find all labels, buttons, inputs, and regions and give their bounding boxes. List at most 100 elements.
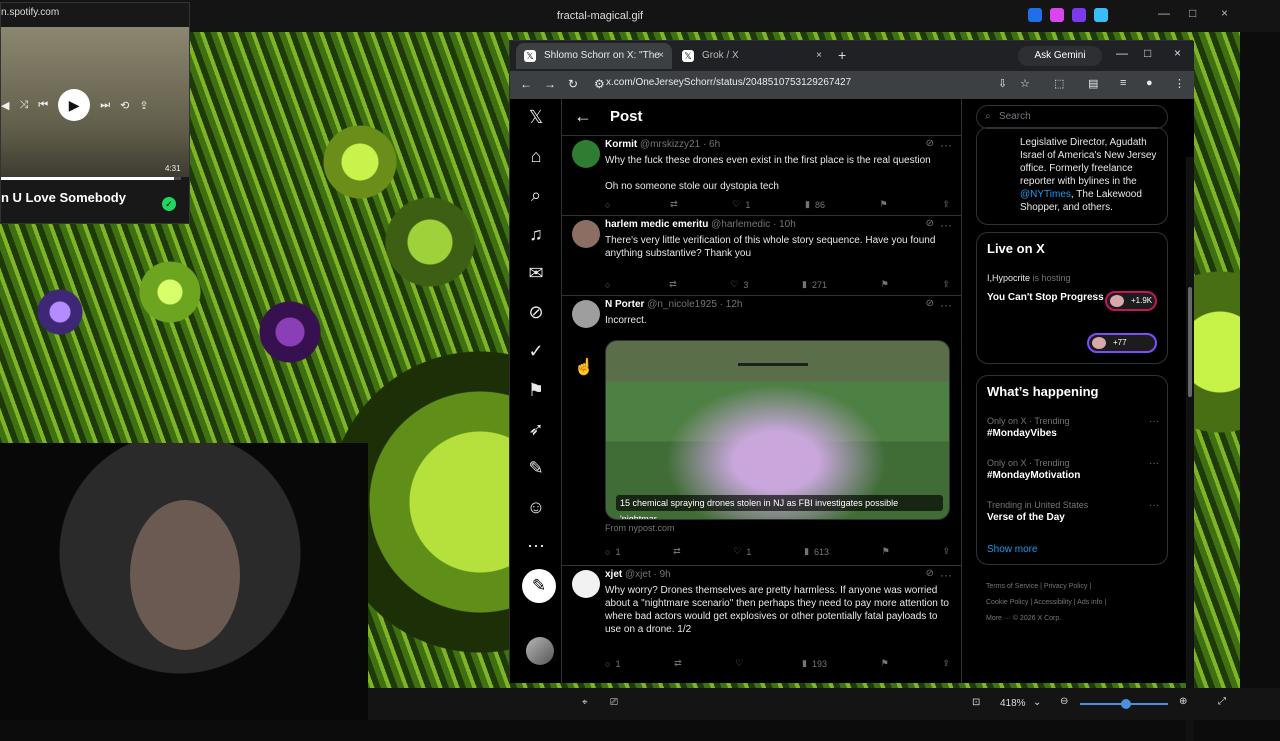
reply-button[interactable]: ○: [605, 199, 615, 210]
tweet-author[interactable]: Kormit @mrskizzy21 · 6h: [605, 139, 720, 150]
shuffle-icon[interactable]: ⤨: [19, 99, 28, 112]
tweet[interactable]: harlem medic emeritu @harlemedic · 10h ⊘…: [562, 215, 961, 295]
avatar[interactable]: [572, 300, 600, 328]
like-button[interactable]: ♡ 1: [733, 546, 751, 557]
x-logo-icon[interactable]: 𝕏: [524, 105, 548, 129]
scrollbar[interactable]: [1186, 157, 1194, 741]
tweet[interactable]: N Porter @n_nicole1925 · 12h ⊘ ··· Incor…: [562, 295, 961, 565]
space-host[interactable]: I,Hypocrite is hosting: [987, 273, 1071, 283]
share-button[interactable]: ⇪: [942, 199, 950, 210]
sidepanel-icon[interactable]: ▤: [1088, 77, 1098, 90]
more-options-icon[interactable]: ···: [1149, 416, 1159, 427]
reply-button[interactable]: ○ 1: [605, 546, 620, 557]
views-button[interactable]: ▮ 613: [804, 546, 829, 557]
bookmark-button[interactable]: ⚑: [881, 279, 889, 290]
communities-icon[interactable]: ✎: [524, 456, 548, 480]
zoom-in-icon[interactable]: ⊕: [1179, 696, 1187, 707]
like-button[interactable]: ♡ 1: [732, 199, 750, 210]
bookmark-button[interactable]: ⚑: [880, 199, 888, 210]
reload-icon[interactable]: ↻: [568, 77, 578, 91]
selection-icon[interactable]: ⎚: [610, 697, 618, 708]
bookmark-button[interactable]: ⚑: [882, 546, 890, 557]
repeat-icon[interactable]: ⟲: [120, 99, 129, 112]
maximize-icon[interactable]: □: [1189, 6, 1196, 20]
grok-icon[interactable]: ⊘: [926, 138, 934, 149]
space-listeners-pill[interactable]: +1.9K: [1105, 291, 1157, 311]
more-options-icon[interactable]: ···: [1149, 458, 1159, 469]
compose-post-button[interactable]: ✎: [522, 569, 556, 603]
more-options-icon[interactable]: ···: [940, 138, 952, 152]
zoom-slider-handle[interactable]: [1121, 699, 1131, 709]
footer-row[interactable]: Cookie Policy | Accessibility | Ads info…: [986, 595, 1170, 611]
retweet-button[interactable]: ⇄: [670, 199, 678, 210]
maximize-icon[interactable]: □: [1144, 46, 1151, 60]
tweet-author[interactable]: N Porter @n_nicole1925 · 12h: [605, 299, 742, 310]
home-icon[interactable]: ⌂: [524, 144, 548, 168]
more-icon[interactable]: ⋯: [524, 534, 548, 558]
jobs-icon[interactable]: ➶: [524, 417, 548, 441]
more-options-icon[interactable]: ···: [940, 218, 952, 232]
tweet[interactable]: Kormit @mrskizzy21 · 6h ⊘ ··· Why the fu…: [562, 135, 961, 215]
share-button[interactable]: ⇪: [942, 546, 950, 557]
footer-row[interactable]: Terms of Service | Privacy Policy |: [986, 579, 1170, 595]
forward-icon[interactable]: →: [544, 77, 556, 91]
trend-item[interactable]: Only on X · Trending #MondayVibes ···: [987, 416, 1159, 439]
zoom-level[interactable]: 418%: [1000, 698, 1026, 709]
grok-icon[interactable]: ⊘: [926, 568, 934, 579]
grok-icon[interactable]: ⊘: [926, 218, 934, 229]
install-app-icon[interactable]: ⇩: [998, 77, 1007, 90]
verified-icon[interactable]: ✓: [524, 339, 548, 363]
retweet-button[interactable]: ⇄: [673, 546, 681, 557]
more-options-icon[interactable]: ···: [940, 568, 952, 582]
minimize-icon[interactable]: —: [1116, 46, 1128, 60]
profile-icon[interactable]: ☺: [524, 495, 548, 519]
views-button[interactable]: ▮ 193: [802, 658, 827, 669]
spotify-miniplayer[interactable]: n.spotify.com ◀ ⤨ ⏮ ▶ ⏭ ⟲ ⇪ 4:31 n U Lov…: [0, 2, 190, 224]
space-title[interactable]: You Can't Stop Progress 436: [987, 291, 1123, 304]
chevron-down-icon[interactable]: ⌄: [1033, 697, 1041, 708]
like-button[interactable]: ♡ 3: [730, 279, 748, 290]
ask-gemini-button[interactable]: Ask Gemini: [1018, 46, 1102, 66]
tab-close-icon[interactable]: ×: [658, 43, 664, 69]
reply-button[interactable]: ○ 1: [605, 658, 620, 669]
fit-window-icon[interactable]: ⊡: [972, 697, 980, 708]
show-more-link[interactable]: Show more: [987, 544, 1038, 555]
views-button[interactable]: ▮ 271: [802, 279, 827, 290]
messages-icon[interactable]: ✉: [524, 261, 548, 285]
link-card-image[interactable]: 15 chemical spraying drones stolen in NJ…: [605, 340, 950, 520]
back-icon[interactable]: ←: [520, 77, 532, 91]
zoom-out-icon[interactable]: ⊖: [1060, 696, 1068, 707]
grok-icon[interactable]: ⊘: [524, 300, 548, 324]
tray-app-icon-3[interactable]: [1072, 8, 1086, 22]
explore-icon[interactable]: ⌕: [524, 183, 548, 207]
menu-icon[interactable]: ⋮: [1174, 77, 1185, 90]
search-input[interactable]: ⌕ Search: [976, 105, 1168, 129]
more-options-icon[interactable]: ···: [1149, 500, 1159, 511]
bookmarks-icon[interactable]: ⚑: [524, 378, 548, 402]
extensions-icon[interactable]: ⬚: [1054, 77, 1064, 90]
tweet[interactable]: xjet @xjet · 9h ⊘ ··· Why worry? Drones …: [562, 565, 961, 683]
avatar[interactable]: [572, 140, 600, 168]
reply-button[interactable]: ○: [605, 279, 615, 290]
crop-icon[interactable]: ⌖: [582, 697, 588, 708]
progress-bar[interactable]: [1, 177, 181, 180]
tab-grok[interactable]: 𝕏 Grok / X ×: [674, 43, 830, 69]
play-button[interactable]: ▶: [58, 89, 91, 121]
bookmark-icon[interactable]: ☆: [1020, 77, 1030, 90]
bookmark-button[interactable]: ⚑: [881, 658, 889, 669]
tab-shlomo-post[interactable]: 𝕏 Shlomo Schorr on X: "The 15 c… ×: [516, 43, 672, 87]
footer-row[interactable]: More ··· © 2026 X Corp.: [986, 611, 1170, 627]
tweet-author[interactable]: xjet @xjet · 9h: [605, 569, 671, 580]
like-button[interactable]: ♡: [735, 658, 748, 669]
avatar[interactable]: [572, 570, 600, 598]
url-text[interactable]: x.com/OneJerseySchorr/status/20485107531…: [606, 77, 851, 88]
tweet-author[interactable]: harlem medic emeritu @harlemedic · 10h: [605, 219, 796, 230]
tray-app-icon-1[interactable]: [1028, 8, 1042, 22]
space-speakers-pill[interactable]: +77: [1087, 333, 1157, 353]
trend-item[interactable]: Only on X · Trending #MondayMotivation ·…: [987, 458, 1159, 481]
close-icon[interactable]: ×: [1174, 46, 1181, 60]
new-tab-icon[interactable]: +: [838, 47, 846, 63]
tab-close-icon[interactable]: ×: [816, 43, 822, 69]
share-icon[interactable]: ⇪: [139, 99, 148, 112]
next-icon[interactable]: ⏭: [100, 99, 110, 112]
